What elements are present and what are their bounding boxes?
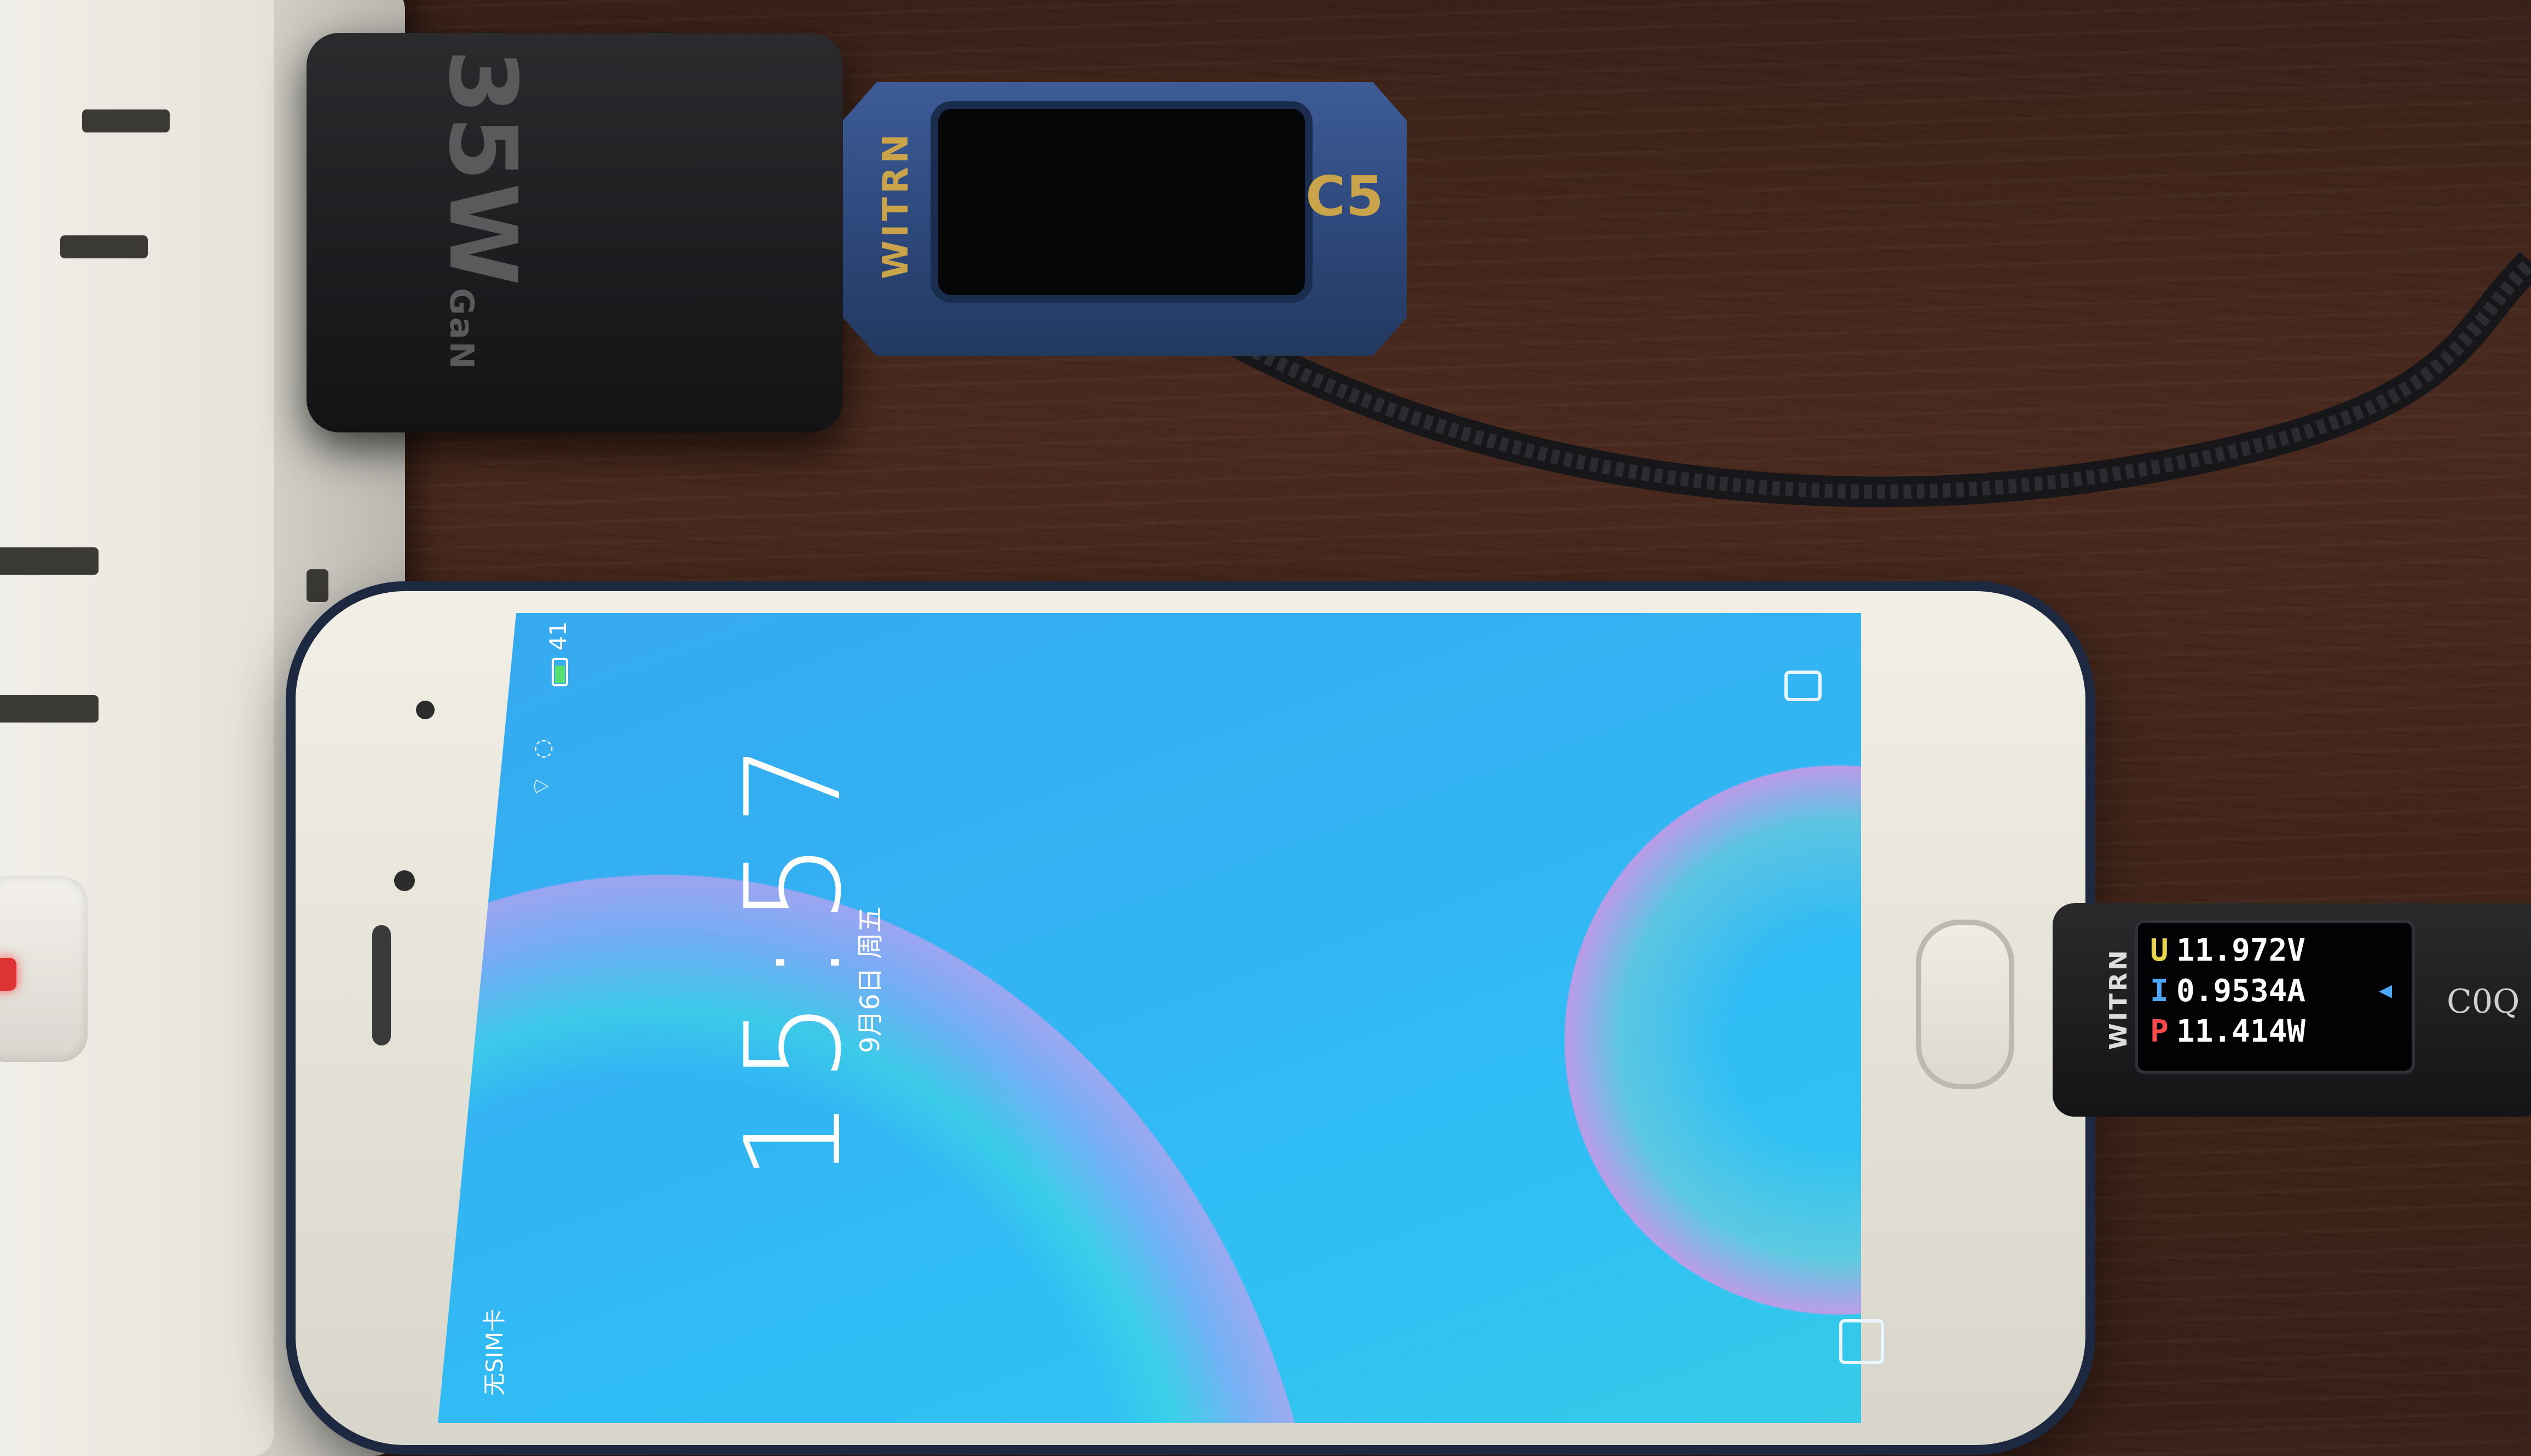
meter-c0q-screen: U 11.972V I 0.9534A ◀ P 11.414W (2135, 920, 2415, 1074)
camera-icon[interactable] (1784, 671, 1822, 701)
carrier-text: 无SIM卡 (481, 1308, 508, 1396)
lock-screen[interactable] (438, 613, 1861, 1423)
front-camera (394, 870, 415, 891)
current-value: 0.9534A (2176, 973, 2306, 1009)
meter-c5-screen (931, 101, 1313, 303)
meter-c5-brand: WITRN (876, 131, 916, 279)
current-label: I (2150, 973, 2169, 1009)
wifi-icon: ⌔ (528, 775, 555, 798)
lockscreen-date: 9月6日 周五 (855, 906, 886, 1054)
wallet-icon[interactable] (1839, 1319, 1884, 1364)
meter-c0q-model: C0Q (2447, 983, 2520, 1021)
voltage-label: U (2150, 933, 2169, 968)
battery-icon (551, 657, 568, 686)
meter-c5-model: C5 (1305, 164, 1384, 228)
voltage-value: 11.972V (2176, 933, 2306, 968)
direction-arrow-icon: ◀ (2379, 978, 2393, 1003)
home-button[interactable] (1916, 920, 2014, 1089)
power-label: P (2150, 1014, 2169, 1049)
meter-c0q-brand: WITRN (2105, 948, 2133, 1050)
power-value: 11.414W (2176, 1014, 2306, 1049)
lockscreen-clock: 15:57 (717, 727, 870, 1182)
earpiece (372, 925, 391, 1045)
status-battery: 41 (545, 621, 571, 686)
front-sensor (416, 701, 435, 719)
signal-icon: ◌ (534, 733, 554, 760)
